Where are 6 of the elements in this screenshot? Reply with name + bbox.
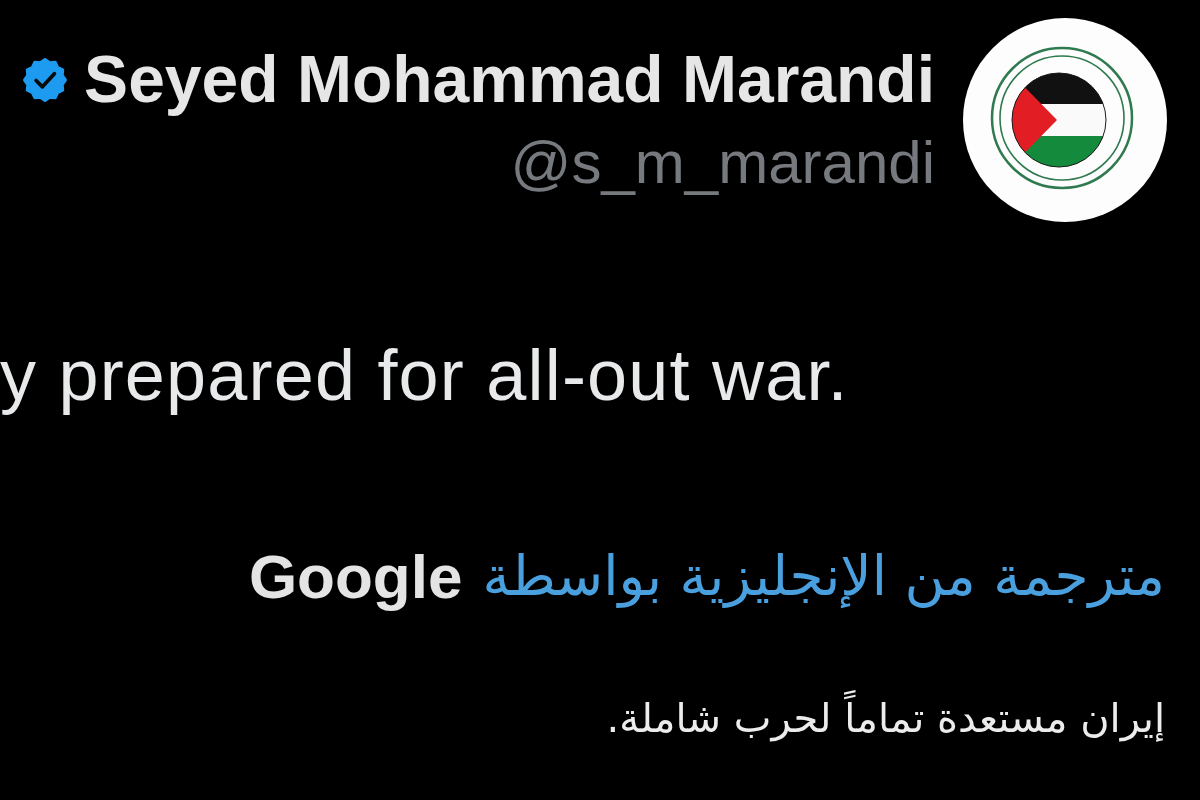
- translated-text: إيران مستعدة تماماً لحرب شاملة.: [0, 690, 1200, 747]
- author-name: Seyed Mohammad Marandi: [84, 41, 935, 118]
- tweet-text: y prepared for all-out war.: [0, 334, 850, 417]
- author-handle: @s_m_marandi: [510, 128, 935, 199]
- translation-provider: Google: [248, 540, 463, 613]
- translation-label: مترجمة من الإنجليزية بواسطة: [482, 543, 1165, 611]
